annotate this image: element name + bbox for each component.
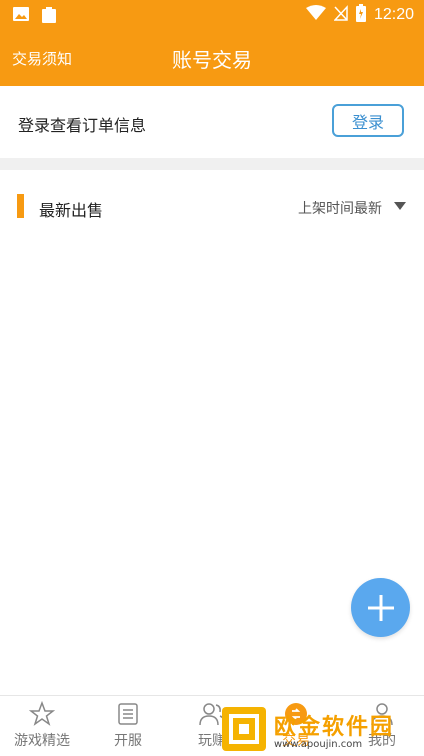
divider [0,158,424,170]
nav-label-servers: 开服 [114,733,142,749]
login-button[interactable]: 登录 [332,104,404,137]
add-button[interactable] [351,578,410,637]
watermark-text-block: 欧金软件园 www.apoujin.com [274,709,394,750]
status-bar: 12:20 [0,0,424,30]
status-time: 12:20 [373,6,414,23]
nav-label-games: 游戏精选 [14,733,70,749]
section-title: 最新出售 [39,201,104,220]
sort-dropdown[interactable]: 上架时间最新 [298,198,382,218]
section-header: 最新出售 上架时间最新 [0,170,424,242]
image-icon [12,6,30,28]
signal-off-icon [333,5,348,25]
login-bar: 登录查看订单信息 登录 [0,86,424,158]
caret-down-icon[interactable] [394,202,406,210]
list-icon [118,703,138,725]
login-prompt: 登录查看订单信息 [18,116,147,135]
watermark-logo-icon [222,707,266,751]
plus-icon [367,594,394,621]
section-accent-bar [17,194,24,218]
battery-icon [355,4,366,26]
header: 交易须知 账号交易 [0,30,424,86]
watermark-text: 欧金软件园 [274,714,395,740]
wifi-icon [305,5,326,25]
status-bar-right: 12:20 [305,4,414,26]
clipboard-icon [40,6,58,28]
nav-item-servers[interactable]: 开服 [86,696,170,756]
nav-item-games[interactable]: 游戏精选 [0,696,84,756]
star-icon [29,701,55,726]
page-title: 账号交易 [172,48,252,72]
watermark: 欧金软件园 www.apoujin.com [222,704,420,754]
status-bar-left [12,6,58,28]
